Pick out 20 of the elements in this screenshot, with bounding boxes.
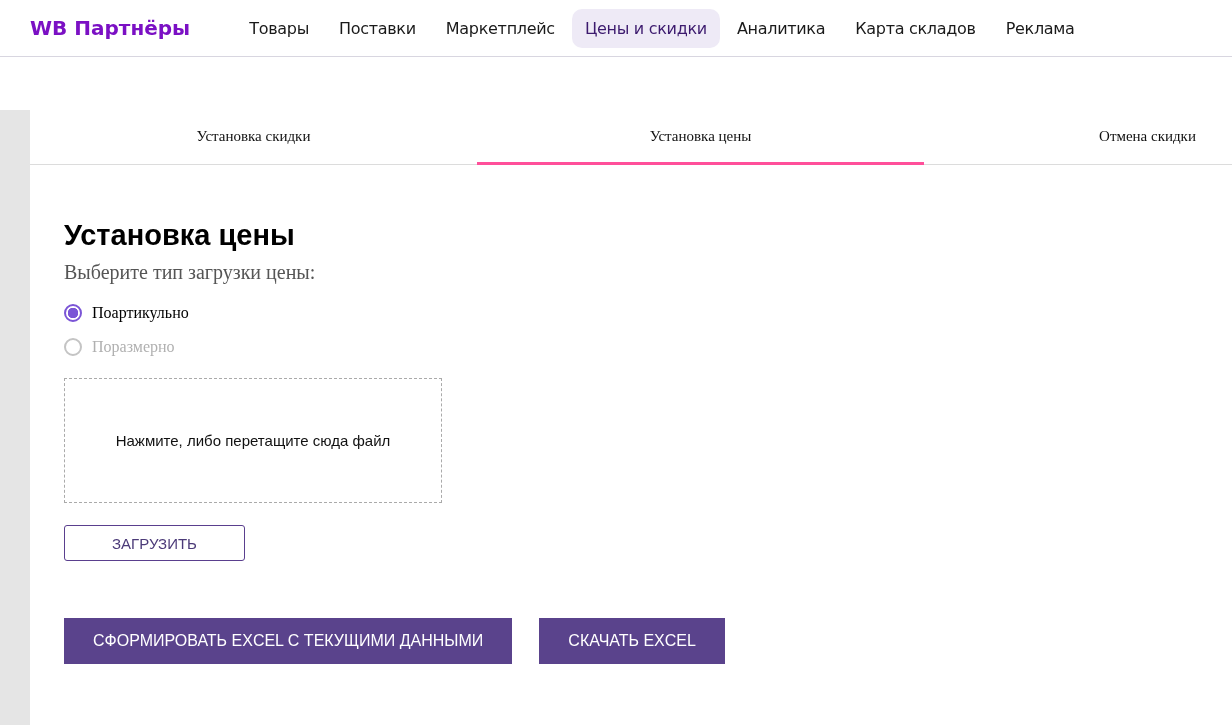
nav-link[interactable]: Реклама bbox=[992, 8, 1088, 48]
upload-button[interactable]: ЗАГРУЗИТЬ bbox=[64, 525, 245, 561]
nav-link[interactable]: Карта складов bbox=[842, 8, 989, 48]
nav-link[interactable]: Цены и скидки bbox=[571, 8, 720, 48]
option-label: Поразмерно bbox=[92, 338, 175, 356]
option-label: Поартикульно bbox=[92, 304, 189, 322]
tab[interactable]: Установка цены bbox=[477, 110, 924, 165]
action-button[interactable]: СФОРМИРОВАТЬ EXCEL С ТЕКУЩИМИ ДАННЫМИ bbox=[64, 618, 513, 664]
nav-link[interactable]: Маркетплейс bbox=[432, 8, 568, 48]
nav-link[interactable]: Товары bbox=[236, 8, 322, 48]
nav-link[interactable]: Аналитика bbox=[723, 8, 839, 48]
subtitle: Выберите тип загрузки цены: bbox=[64, 261, 317, 284]
tab[interactable]: Отмена скидки bbox=[924, 110, 1232, 165]
nav-link[interactable]: Поставки bbox=[326, 8, 429, 48]
logo[interactable]: WB Партнёры bbox=[30, 16, 191, 40]
tab[interactable]: Установка скидки bbox=[30, 110, 477, 165]
action-button[interactable]: СКАЧАТЬ EXCEL bbox=[539, 618, 725, 664]
page-title: Установка цены bbox=[64, 218, 296, 253]
file-drop-zone[interactable]: Нажмите, либо перетащите сюда файл bbox=[64, 378, 442, 503]
radio-button[interactable] bbox=[64, 304, 82, 322]
